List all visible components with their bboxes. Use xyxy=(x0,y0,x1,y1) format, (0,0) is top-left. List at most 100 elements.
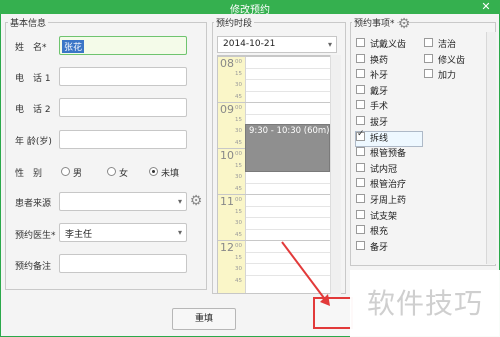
source-label: 患者来源 xyxy=(15,199,52,209)
hour-label: 12 xyxy=(220,241,234,254)
age-field[interactable] xyxy=(59,130,187,149)
title-bar: 修改预约 ✕ xyxy=(0,0,500,16)
phone1-label: 电 话 1 xyxy=(15,74,51,84)
item-checkbox[interactable] xyxy=(356,162,365,172)
note-field[interactable] xyxy=(59,254,187,273)
hour-label: 09 xyxy=(220,103,234,116)
slot-line xyxy=(246,182,340,184)
slot-line xyxy=(246,79,340,80)
selected-item-highlight xyxy=(355,131,423,147)
item-checkbox[interactable] xyxy=(356,194,365,203)
item-checkbox[interactable] xyxy=(356,116,365,125)
item-label: 试戴义齿 xyxy=(370,40,407,50)
item-label: 戴牙 xyxy=(370,86,389,97)
gender-female-label: 女 xyxy=(119,169,129,179)
item-label: 拔牙 xyxy=(370,118,389,128)
item-label: 手术 xyxy=(370,102,389,113)
gender-label: 性 别 xyxy=(15,169,43,179)
minute-label: 30 xyxy=(235,220,242,226)
minute-label: 15 xyxy=(235,254,242,261)
date-picker[interactable]: 2014-10-21 ▾ xyxy=(217,36,337,53)
item-checkbox[interactable] xyxy=(356,147,365,157)
doctor-dropdown[interactable]: 李主任 ▾ xyxy=(59,223,187,242)
gender-unfilled-radio[interactable] xyxy=(149,167,158,176)
chevron-down-icon: ▾ xyxy=(327,40,332,49)
slot-line xyxy=(246,67,340,69)
item-checkbox[interactable] xyxy=(356,100,365,110)
item-checkbox[interactable] xyxy=(424,38,433,47)
annotation-arrow-icon xyxy=(281,241,330,306)
time-slot-legend: 预约时段 xyxy=(214,16,255,29)
age-label: 年 龄(岁) xyxy=(15,137,52,147)
phone1-field[interactable] xyxy=(59,67,187,86)
close-icon[interactable]: ✕ xyxy=(480,0,492,13)
phone2-field[interactable] xyxy=(59,98,187,117)
items-scrollbar[interactable] xyxy=(486,32,496,264)
item-checkbox[interactable] xyxy=(356,84,365,94)
item-checkbox[interactable] xyxy=(424,69,433,79)
hour-line xyxy=(218,56,340,57)
minute-label: 00 xyxy=(235,105,242,111)
item-label: 修义齿 xyxy=(438,55,466,66)
item-checkbox[interactable] xyxy=(356,53,365,63)
name-label: 姓 名* xyxy=(15,43,47,53)
watermark: 软件技巧 xyxy=(350,270,500,337)
item-label: 洁治 xyxy=(438,40,457,50)
hour-label: 10 xyxy=(220,149,234,162)
item-checkbox[interactable] xyxy=(424,53,433,63)
name-value: 张花 xyxy=(62,40,85,53)
chevron-down-icon: ▾ xyxy=(177,197,182,206)
minute-label: 45 xyxy=(235,185,242,192)
minute-label: 45 xyxy=(235,93,242,100)
minute-label: 45 xyxy=(235,277,242,284)
item-checkbox[interactable] xyxy=(356,178,365,188)
item-checkbox[interactable] xyxy=(356,225,365,235)
minute-label: 30 xyxy=(235,266,242,272)
minute-label: 00 xyxy=(235,151,242,157)
item-checkbox[interactable] xyxy=(356,240,365,250)
phone2-label: 电 话 2 xyxy=(15,105,51,115)
source-dropdown[interactable]: ▾ xyxy=(59,192,187,211)
item-label: 备牙 xyxy=(370,242,389,253)
gender-female-radio[interactable] xyxy=(107,167,116,176)
hour-label: 08 xyxy=(220,57,234,70)
item-label: 根管治疗 xyxy=(370,180,407,191)
item-label: 换药 xyxy=(370,55,389,66)
item-label: 根充 xyxy=(370,227,389,238)
item-label: 补牙 xyxy=(370,71,389,82)
note-label: 预约备注 xyxy=(15,262,52,272)
minute-label: 30 xyxy=(235,174,242,180)
doctor-value: 李主任 xyxy=(65,230,93,240)
minute-label: 15 xyxy=(235,208,242,215)
minute-label: 00 xyxy=(235,197,242,203)
item-checkbox[interactable] xyxy=(356,38,365,47)
item-label: 拆线 xyxy=(370,133,389,144)
minute-label: 15 xyxy=(235,70,242,77)
chevron-down-icon: ▾ xyxy=(177,228,182,237)
minute-label: 45 xyxy=(235,231,242,238)
minute-label: 15 xyxy=(235,116,242,123)
item-checkbox[interactable]: ✓ xyxy=(356,129,365,141)
appointment-block[interactable]: 9:30 - 10:30 (60m) xyxy=(245,124,330,172)
gender-male-radio[interactable] xyxy=(61,167,70,176)
reset-button[interactable]: 重填 xyxy=(172,308,236,330)
slot-line xyxy=(246,228,340,230)
item-label: 试内冠 xyxy=(370,164,398,175)
date-value: 2014-10-21 xyxy=(223,39,276,49)
item-checkbox[interactable] xyxy=(356,69,365,79)
minute-label: 00 xyxy=(235,243,242,249)
gear-icon[interactable]: ⚙ xyxy=(397,17,411,31)
item-label: 牙周上药 xyxy=(370,196,407,206)
basic-info-legend: 基本信息 xyxy=(8,16,49,29)
basic-info-group xyxy=(5,22,207,290)
appointment-label: 9:30 - 10:30 (60m) xyxy=(249,126,330,136)
item-label: 加力 xyxy=(438,71,457,82)
minute-label: 15 xyxy=(235,162,242,169)
item-checkbox[interactable] xyxy=(356,209,365,219)
minute-label: 45 xyxy=(235,139,242,146)
gender-male-label: 男 xyxy=(73,169,83,179)
gear-icon[interactable]: ⚙ xyxy=(189,194,203,208)
name-field[interactable]: 张花 xyxy=(59,36,187,55)
slot-line xyxy=(246,113,340,115)
gender-unfilled-label: 未填 xyxy=(161,169,180,179)
